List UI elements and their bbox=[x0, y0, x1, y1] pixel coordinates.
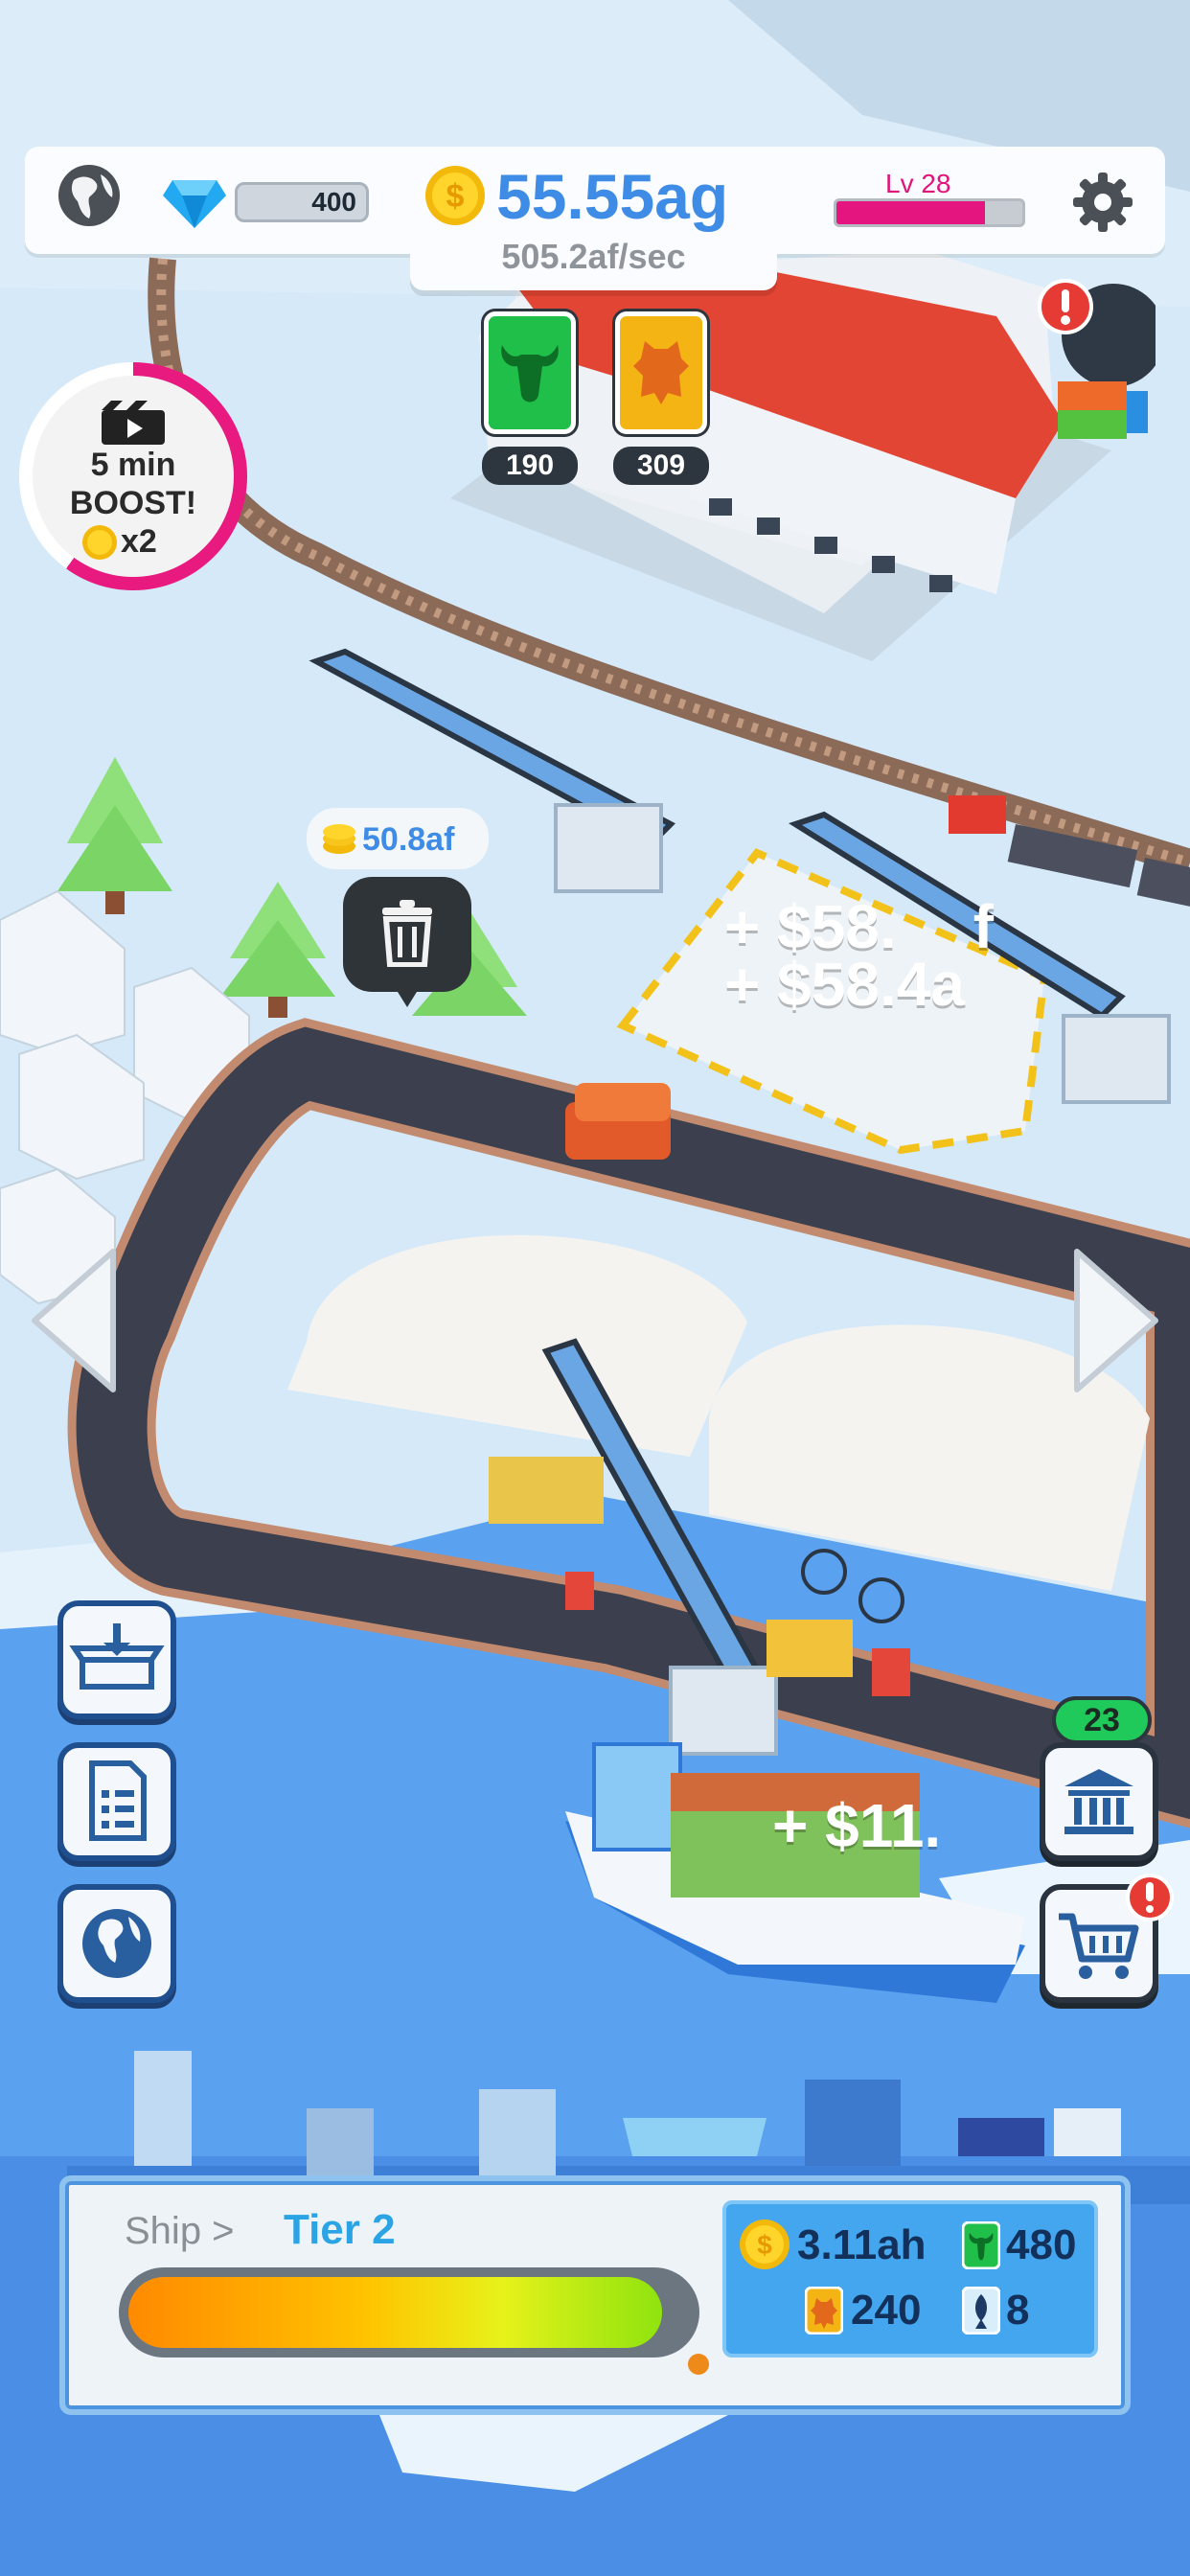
gem-count: 400 bbox=[311, 187, 356, 217]
boost-button[interactable]: 5 min BOOST! x2 bbox=[19, 362, 247, 590]
alert-icon bbox=[1038, 279, 1093, 334]
bull-icon bbox=[501, 345, 559, 402]
level-progress-bar bbox=[834, 198, 1025, 227]
leather-icon bbox=[633, 341, 689, 404]
stat-leather: 240 bbox=[851, 2287, 922, 2334]
world-map-button[interactable] bbox=[57, 1884, 176, 2003]
boost-inner: 5 min BOOST! x2 bbox=[33, 376, 234, 577]
coin-stack-icon bbox=[323, 824, 355, 854]
tier-progress-bar bbox=[119, 2267, 699, 2358]
coin-tag-value: 50.8af bbox=[362, 821, 455, 858]
deliver-box-button[interactable] bbox=[57, 1600, 176, 1719]
coin-tag[interactable]: 50.8af bbox=[307, 808, 489, 869]
boost-line1: 5 min bbox=[90, 447, 176, 483]
level-label: Lv 28 bbox=[885, 169, 951, 198]
float-earn-3: + $11. bbox=[772, 1791, 942, 1860]
box-download-icon bbox=[69, 1623, 165, 1690]
money-panel: $ 55.55ag 505.2af/sec bbox=[410, 147, 777, 290]
coin-icon bbox=[82, 525, 117, 560]
breadcrumb: Ship > bbox=[125, 2210, 235, 2252]
level-progress-fill bbox=[836, 201, 986, 224]
svg-text:$: $ bbox=[446, 178, 465, 215]
upgrade-panel[interactable]: Ship > Tier 2 $ 3.11ah 480 240 8 bbox=[59, 2175, 1131, 2415]
bank-icon bbox=[1064, 1769, 1133, 1834]
arrow-right-icon[interactable] bbox=[1071, 1246, 1163, 1395]
trash-button[interactable] bbox=[343, 877, 471, 1007]
resource-card-bull[interactable] bbox=[484, 311, 576, 434]
leather-icon bbox=[805, 2287, 843, 2334]
progress-marker bbox=[688, 2354, 709, 2375]
arrow-left-icon[interactable] bbox=[27, 1246, 119, 1395]
boost-line2: BOOST! bbox=[69, 485, 197, 521]
document-icon bbox=[89, 1760, 147, 1841]
stat-fish: 8 bbox=[1006, 2287, 1030, 2334]
alert-icon bbox=[1126, 1874, 1174, 1921]
video-icon bbox=[102, 401, 165, 445]
stat-bull: 480 bbox=[1006, 2221, 1077, 2268]
globe-button[interactable] bbox=[55, 161, 124, 230]
boost-multiplier: x2 bbox=[121, 523, 157, 560]
bank-button[interactable] bbox=[1040, 1742, 1158, 1861]
tier-progress-fill bbox=[128, 2277, 662, 2348]
coin-icon: $ bbox=[740, 2220, 790, 2269]
trash-pointer bbox=[393, 984, 422, 1007]
bank-badge: 23 bbox=[1052, 1696, 1152, 1744]
resource-card-leather[interactable] bbox=[615, 311, 707, 434]
gem-counter[interactable]: 400 bbox=[235, 182, 369, 222]
resource-count-bull: 190 bbox=[482, 447, 578, 485]
resource-count-leather: 309 bbox=[613, 447, 709, 485]
tier-label: Tier 2 bbox=[284, 2206, 396, 2253]
globe-icon bbox=[82, 1909, 151, 1978]
report-button[interactable] bbox=[57, 1742, 176, 1861]
gem-icon bbox=[163, 180, 226, 228]
bull-icon bbox=[962, 2221, 1000, 2269]
alert-building[interactable] bbox=[1037, 278, 1165, 460]
float-earn-2: + $58.4a bbox=[724, 950, 965, 1019]
trash-icon bbox=[382, 900, 432, 967]
money-amount: 55.55ag bbox=[496, 161, 729, 232]
coin-icon: $ bbox=[425, 166, 485, 225]
money-rate: 505.2af/sec bbox=[501, 237, 686, 276]
fish-icon bbox=[962, 2287, 1000, 2334]
gear-icon[interactable] bbox=[1071, 171, 1134, 234]
stat-coins: 3.11ah bbox=[797, 2221, 927, 2268]
svg-text:$: $ bbox=[757, 2230, 772, 2260]
stats-box: $ 3.11ah 480 240 8 bbox=[722, 2200, 1098, 2358]
globe-icon bbox=[58, 165, 120, 226]
